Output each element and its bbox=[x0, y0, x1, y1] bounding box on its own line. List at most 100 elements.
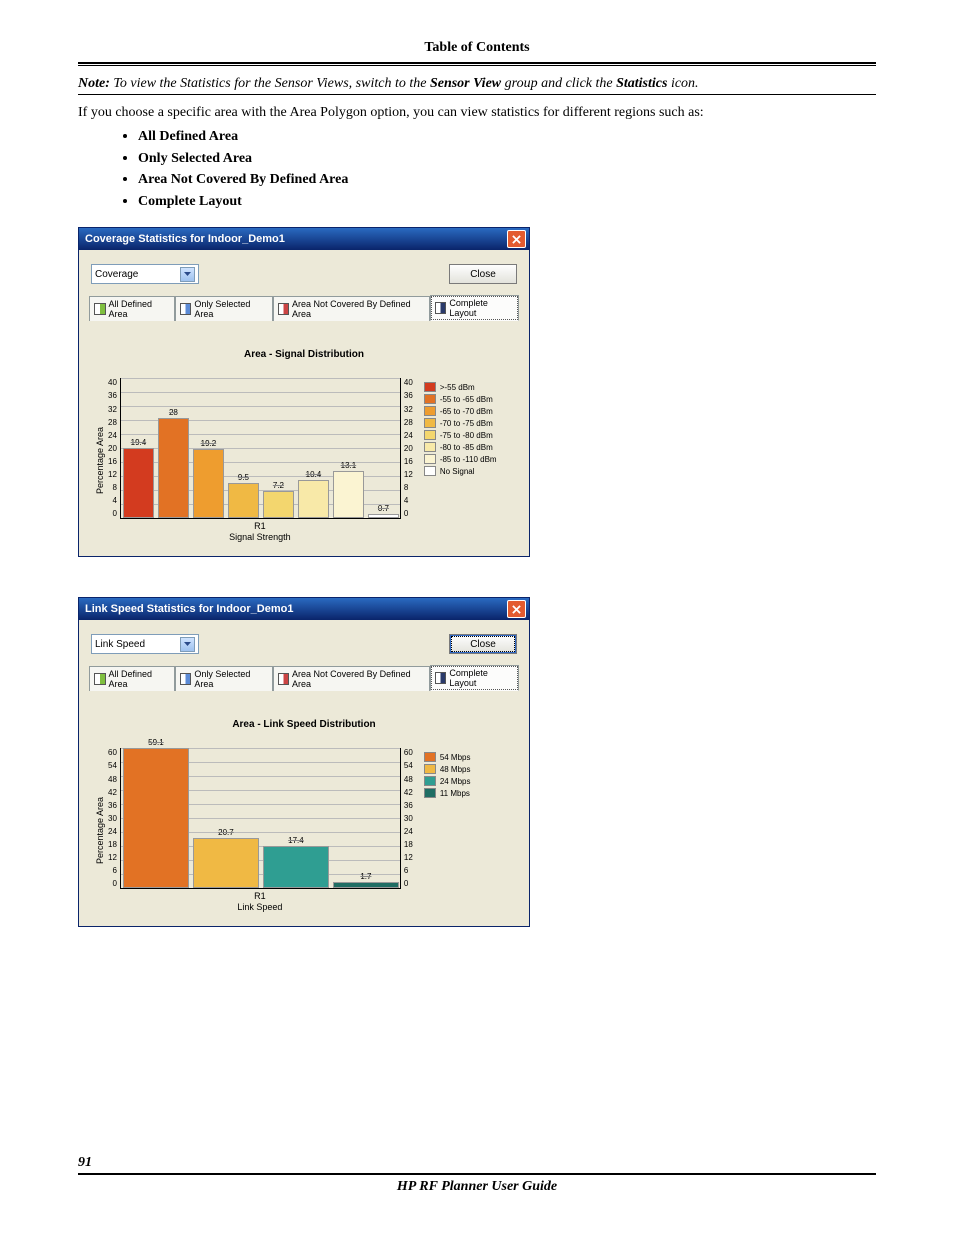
tab-all-defined-area[interactable]: All Defined Area bbox=[89, 666, 175, 691]
chart-linkspeed-distribution: Area - Link Speed DistributionPercentage… bbox=[89, 699, 519, 916]
y-tick: 24 bbox=[404, 827, 413, 836]
tab-area-not-covered[interactable]: Area Not Covered By Defined Area bbox=[273, 296, 430, 321]
divider bbox=[78, 1173, 876, 1175]
legend-swatch bbox=[424, 394, 436, 404]
y-tick: 36 bbox=[108, 801, 117, 810]
y-tick: 54 bbox=[404, 761, 413, 770]
footer-title: HP RF Planner User Guide bbox=[78, 1179, 876, 1195]
y-tick: 40 bbox=[108, 378, 117, 387]
bar-label: 59.1 bbox=[148, 738, 164, 747]
y-tick: 24 bbox=[108, 431, 117, 440]
y-tick: 0 bbox=[404, 509, 413, 518]
y-tick: 36 bbox=[404, 801, 413, 810]
bar: 28 bbox=[158, 418, 189, 518]
bar: 0.7 bbox=[368, 514, 399, 518]
y-tick: 30 bbox=[108, 814, 117, 823]
y-tick: 32 bbox=[108, 405, 117, 414]
legend-label: -80 to -85 dBm bbox=[440, 443, 493, 452]
tab-area-not-covered[interactable]: Area Not Covered By Defined Area bbox=[273, 666, 430, 691]
bar: 1.7 bbox=[333, 882, 399, 888]
bar-label: 19.2 bbox=[201, 439, 217, 448]
legend-swatch bbox=[424, 406, 436, 416]
y-tick: 48 bbox=[108, 775, 117, 784]
legend-swatch bbox=[424, 764, 436, 774]
y-tick: 54 bbox=[108, 761, 117, 770]
pie-icon bbox=[278, 673, 290, 685]
y-tick: 36 bbox=[404, 391, 413, 400]
legend-item: -85 to -110 dBm bbox=[424, 454, 497, 464]
legend-item: -80 to -85 dBm bbox=[424, 442, 497, 452]
bar: 9.5 bbox=[228, 483, 259, 518]
divider bbox=[78, 62, 876, 64]
tab-complete-layout[interactable]: Complete Layout bbox=[430, 665, 519, 691]
legend-label: 24 Mbps bbox=[440, 777, 471, 786]
legend-swatch bbox=[424, 776, 436, 786]
y-tick: 12 bbox=[404, 470, 413, 479]
x-axis-tick: R1 bbox=[120, 891, 400, 901]
bar-label: 13.1 bbox=[341, 461, 357, 470]
chevron-down-icon bbox=[180, 637, 195, 652]
close-button[interactable]: Close bbox=[449, 634, 517, 654]
legend-label: 11 Mbps bbox=[440, 789, 470, 798]
tab-only-selected-area[interactable]: Only Selected Area bbox=[175, 296, 273, 321]
bar-label: 1.7 bbox=[360, 872, 371, 881]
bar-label: 7.2 bbox=[273, 481, 284, 490]
bar-label: 20.7 bbox=[218, 828, 234, 837]
tab-complete-layout[interactable]: Complete Layout bbox=[430, 295, 519, 321]
y-axis-label: Percentage Area bbox=[93, 748, 105, 912]
metric-select[interactable]: Coverage bbox=[91, 264, 199, 284]
note-label: Note: bbox=[78, 76, 110, 91]
bar: 20.7 bbox=[193, 838, 259, 888]
divider bbox=[78, 65, 876, 66]
y-tick: 24 bbox=[404, 431, 413, 440]
bar: 59.1 bbox=[123, 748, 189, 888]
metric-select[interactable]: Link Speed bbox=[91, 634, 199, 654]
legend-item: -70 to -75 dBm bbox=[424, 418, 497, 428]
coverage-stats-window: Coverage Statistics for Indoor_Demo1 Cov… bbox=[78, 227, 530, 557]
y-tick: 12 bbox=[108, 470, 117, 479]
tab-only-selected-area[interactable]: Only Selected Area bbox=[175, 666, 273, 691]
linkspeed-stats-window: Link Speed Statistics for Indoor_Demo1 L… bbox=[78, 597, 530, 927]
window-title: Coverage Statistics for Indoor_Demo1 bbox=[85, 233, 285, 245]
y-tick: 0 bbox=[108, 509, 117, 518]
tab-all-defined-area[interactable]: All Defined Area bbox=[89, 296, 175, 321]
intro-text: If you choose a specific area with the A… bbox=[78, 105, 876, 121]
x-axis-label: Signal Strength bbox=[120, 532, 400, 542]
y-tick: 40 bbox=[404, 378, 413, 387]
page-header: Table of Contents bbox=[78, 40, 876, 60]
legend-swatch bbox=[424, 466, 436, 476]
legend-label: -70 to -75 dBm bbox=[440, 419, 493, 428]
bar-label: 0.7 bbox=[378, 504, 389, 513]
pie-icon bbox=[278, 303, 290, 315]
legend-label: 54 Mbps bbox=[440, 753, 471, 762]
legend-swatch bbox=[424, 382, 436, 392]
bar: 10.4 bbox=[298, 480, 329, 518]
y-tick: 30 bbox=[404, 814, 413, 823]
y-tick: 12 bbox=[108, 853, 117, 862]
titlebar: Coverage Statistics for Indoor_Demo1 bbox=[79, 228, 529, 250]
bar-label: 10.4 bbox=[306, 470, 322, 479]
pie-icon bbox=[94, 673, 106, 685]
legend-item: -55 to -65 dBm bbox=[424, 394, 497, 404]
tab-strip: All Defined Area Only Selected Area Area… bbox=[89, 664, 519, 691]
close-icon[interactable] bbox=[507, 600, 526, 618]
y-axis-label: Percentage Area bbox=[93, 378, 105, 542]
y-tick: 48 bbox=[404, 775, 413, 784]
chart-signal-distribution: Area - Signal DistributionPercentage Are… bbox=[89, 329, 519, 546]
y-tick: 6 bbox=[108, 866, 117, 875]
close-icon[interactable] bbox=[507, 230, 526, 248]
legend: >-55 dBm-55 to -65 dBm-65 to -70 dBm-70 … bbox=[416, 378, 497, 542]
close-button[interactable]: Close bbox=[449, 264, 517, 284]
bar: 7.2 bbox=[263, 491, 294, 518]
bar: 17.4 bbox=[263, 846, 329, 889]
bar-label: 17.4 bbox=[288, 836, 304, 845]
bullet-list: All Defined Area Only Selected Area Area… bbox=[78, 125, 876, 211]
divider bbox=[78, 94, 876, 95]
bar: 19.2 bbox=[193, 449, 224, 518]
list-item: Only Selected Area bbox=[138, 147, 876, 169]
legend-label: 48 Mbps bbox=[440, 765, 471, 774]
legend-item: No Signal bbox=[424, 466, 497, 476]
list-item: Complete Layout bbox=[138, 190, 876, 212]
legend-item: 11 Mbps bbox=[424, 788, 471, 798]
bar: 19.4 bbox=[123, 448, 154, 518]
